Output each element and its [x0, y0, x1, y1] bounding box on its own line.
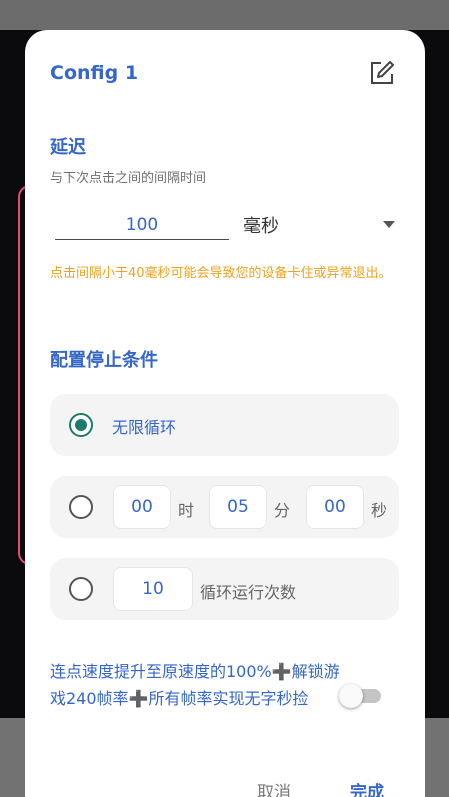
edit-icon[interactable]	[369, 60, 395, 86]
delay-section-title: 延迟	[50, 137, 86, 158]
chevron-down-icon	[383, 221, 395, 228]
timer-hours-input[interactable]	[113, 485, 171, 529]
promo-text-part3: 所有帧率实现无字秒捡	[148, 689, 309, 708]
cycles-label: 循环运行次数	[200, 583, 297, 602]
plus-icon: ➕	[271, 662, 292, 681]
promo-text-part1: 连点速度提升至原速度的100%	[50, 662, 272, 681]
delay-warning: 点击间隔小于40毫秒可能会导致您的设备卡住或异常退出。	[50, 266, 392, 281]
radio-timer[interactable]	[69, 495, 93, 519]
delay-subtitle: 与下次点击之间的间隔时间	[50, 171, 207, 186]
status-bar	[0, 0, 449, 30]
cancel-button[interactable]: 取消	[257, 778, 291, 797]
promo-text: 连点速度提升至原速度的100%➕解锁游戏240帧率➕所有帧率实现无字秒捡	[50, 658, 340, 712]
promo-toggle[interactable]	[339, 684, 385, 708]
timer-seconds-unit: 秒	[371, 501, 388, 520]
option-cycles[interactable]: 循环运行次数	[50, 558, 399, 620]
timer-minutes-unit: 分	[274, 501, 291, 520]
radio-cycles[interactable]	[69, 577, 93, 601]
delay-input[interactable]	[55, 210, 229, 240]
infinite-loop-label: 无限循环	[112, 418, 177, 437]
config-dialog: Config 1 延迟 与下次点击之间的间隔时间 毫秒 点击间隔小于40毫秒可能…	[25, 30, 425, 797]
radio-infinite-loop[interactable]	[69, 413, 93, 437]
timer-seconds-input[interactable]	[306, 485, 364, 529]
timer-minutes-input[interactable]	[209, 485, 267, 529]
plus-icon: ➕	[128, 689, 149, 708]
cycles-input[interactable]	[113, 567, 193, 611]
dialog-title: Config 1	[50, 62, 139, 84]
timer-hours-unit: 时	[178, 501, 195, 520]
option-infinite-loop[interactable]: 无限循环	[50, 394, 399, 456]
done-button[interactable]: 完成	[350, 778, 384, 797]
delay-unit-select[interactable]: 毫秒	[243, 210, 395, 240]
delay-unit-label: 毫秒	[243, 216, 279, 237]
option-timer[interactable]: 时 分 秒	[50, 476, 399, 538]
toggle-knob	[339, 684, 363, 708]
stop-conditions-title: 配置停止条件	[50, 350, 158, 371]
